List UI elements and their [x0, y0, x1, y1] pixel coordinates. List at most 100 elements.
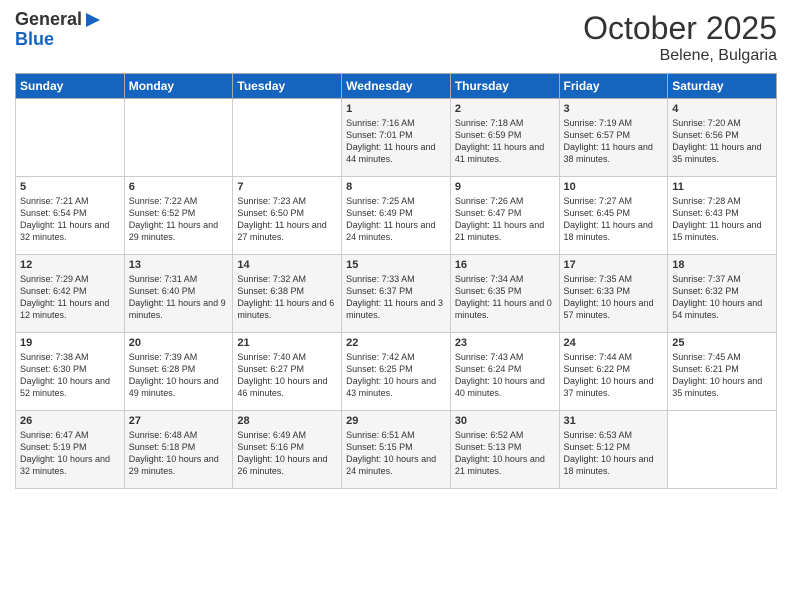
day-content: Sunrise: 7:44 AMSunset: 6:22 PMDaylight:… — [564, 351, 664, 400]
day-number: 28 — [237, 415, 337, 427]
day-content: Sunrise: 7:26 AMSunset: 6:47 PMDaylight:… — [455, 195, 555, 244]
month-title: October 2025 — [583, 10, 777, 47]
day-cell: 29 Sunrise: 6:51 AMSunset: 5:15 PMDayligh… — [342, 411, 451, 489]
day-cell: 13 Sunrise: 7:31 AMSunset: 6:40 PMDayligh… — [124, 255, 233, 333]
day-cell — [16, 99, 125, 177]
day-number: 25 — [672, 337, 772, 349]
day-number: 26 — [20, 415, 120, 427]
day-number: 29 — [346, 415, 446, 427]
title-block: October 2025 Belene, Bulgaria — [583, 10, 777, 65]
day-number: 2 — [455, 103, 555, 115]
day-content: Sunrise: 7:43 AMSunset: 6:24 PMDaylight:… — [455, 351, 555, 400]
day-cell: 25 Sunrise: 7:45 AMSunset: 6:21 PMDayligh… — [668, 333, 777, 411]
day-cell: 14Sunrise: 7:32 AMSunset: 6:38 PMDayligh… — [233, 255, 342, 333]
logo-general: General — [15, 10, 82, 30]
day-cell: 23Sunrise: 7:43 AMSunset: 6:24 PMDayligh… — [450, 333, 559, 411]
day-content: Sunrise: 7:25 AMSunset: 6:49 PMDaylight:… — [346, 195, 446, 244]
day-number: 22 — [346, 337, 446, 349]
day-number: 27 — [129, 415, 229, 427]
day-number: 17 — [564, 259, 664, 271]
day-cell — [233, 99, 342, 177]
day-content: Sunrise: 7:18 AMSunset: 6:59 PMDaylight:… — [455, 117, 555, 166]
day-cell: 9Sunrise: 7:26 AMSunset: 6:47 PMDaylight… — [450, 177, 559, 255]
day-content: Sunrise: 7:16 AMSunset: 7:01 PMDaylight:… — [346, 117, 446, 166]
day-cell: 2 Sunrise: 7:18 AMSunset: 6:59 PMDaylight… — [450, 99, 559, 177]
day-cell: 16 Sunrise: 7:34 AMSunset: 6:35 PMDayligh… — [450, 255, 559, 333]
day-content: Sunrise: 6:52 AMSunset: 5:13 PMDaylight:… — [455, 429, 555, 478]
day-number: 11 — [672, 181, 772, 193]
day-number: 16 — [455, 259, 555, 271]
day-number: 19 — [20, 337, 120, 349]
header-cell-friday: Friday — [559, 74, 668, 99]
logo: General Blue — [15, 10, 102, 50]
day-number: 8 — [346, 181, 446, 193]
header-row: SundayMondayTuesdayWednesdayThursdayFrid… — [16, 74, 777, 99]
logo-blue: Blue — [15, 30, 54, 50]
day-number: 15 — [346, 259, 446, 271]
day-number: 21 — [237, 337, 337, 349]
day-cell: 12Sunrise: 7:29 AMSunset: 6:42 PMDayligh… — [16, 255, 125, 333]
day-number: 7 — [237, 181, 337, 193]
day-content: Sunrise: 7:23 AMSunset: 6:50 PMDaylight:… — [237, 195, 337, 244]
day-cell: 4Sunrise: 7:20 AMSunset: 6:56 PMDaylight… — [668, 99, 777, 177]
day-number: 24 — [564, 337, 664, 349]
day-content: Sunrise: 7:38 AMSunset: 6:30 PMDaylight:… — [20, 351, 120, 400]
day-number: 31 — [564, 415, 664, 427]
calendar-table: SundayMondayTuesdayWednesdayThursdayFrid… — [15, 73, 777, 489]
day-content: Sunrise: 7:40 AMSunset: 6:27 PMDaylight:… — [237, 351, 337, 400]
day-number: 20 — [129, 337, 229, 349]
day-content: Sunrise: 7:22 AMSunset: 6:52 PMDaylight:… — [129, 195, 229, 244]
day-content: Sunrise: 7:42 AMSunset: 6:25 PMDaylight:… — [346, 351, 446, 400]
day-cell: 7 Sunrise: 7:23 AMSunset: 6:50 PMDaylight… — [233, 177, 342, 255]
day-cell: 11 Sunrise: 7:28 AMSunset: 6:43 PMDayligh… — [668, 177, 777, 255]
day-cell: 31 Sunrise: 6:53 AMSunset: 5:12 PMDayligh… — [559, 411, 668, 489]
week-row-2: 12Sunrise: 7:29 AMSunset: 6:42 PMDayligh… — [16, 255, 777, 333]
day-number: 18 — [672, 259, 772, 271]
day-content: Sunrise: 7:39 AMSunset: 6:28 PMDaylight:… — [129, 351, 229, 400]
day-cell: 19 Sunrise: 7:38 AMSunset: 6:30 PMDayligh… — [16, 333, 125, 411]
day-cell: 17 Sunrise: 7:35 AMSunset: 6:33 PMDayligh… — [559, 255, 668, 333]
day-cell: 22 Sunrise: 7:42 AMSunset: 6:25 PMDayligh… — [342, 333, 451, 411]
header-cell-wednesday: Wednesday — [342, 74, 451, 99]
header-cell-tuesday: Tuesday — [233, 74, 342, 99]
day-content: Sunrise: 7:19 AMSunset: 6:57 PMDaylight:… — [564, 117, 664, 166]
day-cell: 26Sunrise: 6:47 AMSunset: 5:19 PMDayligh… — [16, 411, 125, 489]
day-cell: 10Sunrise: 7:27 AMSunset: 6:45 PMDayligh… — [559, 177, 668, 255]
day-cell: 8 Sunrise: 7:25 AMSunset: 6:49 PMDaylight… — [342, 177, 451, 255]
day-number: 3 — [564, 103, 664, 115]
logo-icon — [84, 11, 102, 29]
day-content: Sunrise: 7:21 AMSunset: 6:54 PMDaylight:… — [20, 195, 120, 244]
day-cell: 15Sunrise: 7:33 AMSunset: 6:37 PMDayligh… — [342, 255, 451, 333]
week-row-4: 26Sunrise: 6:47 AMSunset: 5:19 PMDayligh… — [16, 411, 777, 489]
day-cell: 27 Sunrise: 6:48 AMSunset: 5:18 PMDayligh… — [124, 411, 233, 489]
day-number: 14 — [237, 259, 337, 271]
day-content: Sunrise: 6:51 AMSunset: 5:15 PMDaylight:… — [346, 429, 446, 478]
header-cell-saturday: Saturday — [668, 74, 777, 99]
header-cell-monday: Monday — [124, 74, 233, 99]
day-number: 4 — [672, 103, 772, 115]
header-cell-sunday: Sunday — [16, 74, 125, 99]
day-cell: 6Sunrise: 7:22 AMSunset: 6:52 PMDaylight… — [124, 177, 233, 255]
day-number: 13 — [129, 259, 229, 271]
day-cell: 5 Sunrise: 7:21 AMSunset: 6:54 PMDaylight… — [16, 177, 125, 255]
page: General Blue October 2025 Belene, Bulgar… — [0, 0, 792, 612]
week-row-1: 5 Sunrise: 7:21 AMSunset: 6:54 PMDaylight… — [16, 177, 777, 255]
header: General Blue October 2025 Belene, Bulgar… — [15, 10, 777, 65]
day-content: Sunrise: 6:49 AMSunset: 5:16 PMDaylight:… — [237, 429, 337, 478]
header-cell-thursday: Thursday — [450, 74, 559, 99]
day-content: Sunrise: 6:48 AMSunset: 5:18 PMDaylight:… — [129, 429, 229, 478]
week-row-0: 1Sunrise: 7:16 AMSunset: 7:01 PMDaylight… — [16, 99, 777, 177]
day-number: 10 — [564, 181, 664, 193]
day-cell: 21 Sunrise: 7:40 AMSunset: 6:27 PMDayligh… — [233, 333, 342, 411]
day-content: Sunrise: 7:31 AMSunset: 6:40 PMDaylight:… — [129, 273, 229, 322]
day-content: Sunrise: 7:34 AMSunset: 6:35 PMDaylight:… — [455, 273, 555, 322]
day-content: Sunrise: 6:53 AMSunset: 5:12 PMDaylight:… — [564, 429, 664, 478]
day-content: Sunrise: 7:35 AMSunset: 6:33 PMDaylight:… — [564, 273, 664, 322]
week-row-3: 19 Sunrise: 7:38 AMSunset: 6:30 PMDayligh… — [16, 333, 777, 411]
day-content: Sunrise: 7:45 AMSunset: 6:21 PMDaylight:… — [672, 351, 772, 400]
day-content: Sunrise: 7:29 AMSunset: 6:42 PMDaylight:… — [20, 273, 120, 322]
day-cell — [124, 99, 233, 177]
day-content: Sunrise: 7:28 AMSunset: 6:43 PMDaylight:… — [672, 195, 772, 244]
day-cell: 3 Sunrise: 7:19 AMSunset: 6:57 PMDaylight… — [559, 99, 668, 177]
day-number: 5 — [20, 181, 120, 193]
